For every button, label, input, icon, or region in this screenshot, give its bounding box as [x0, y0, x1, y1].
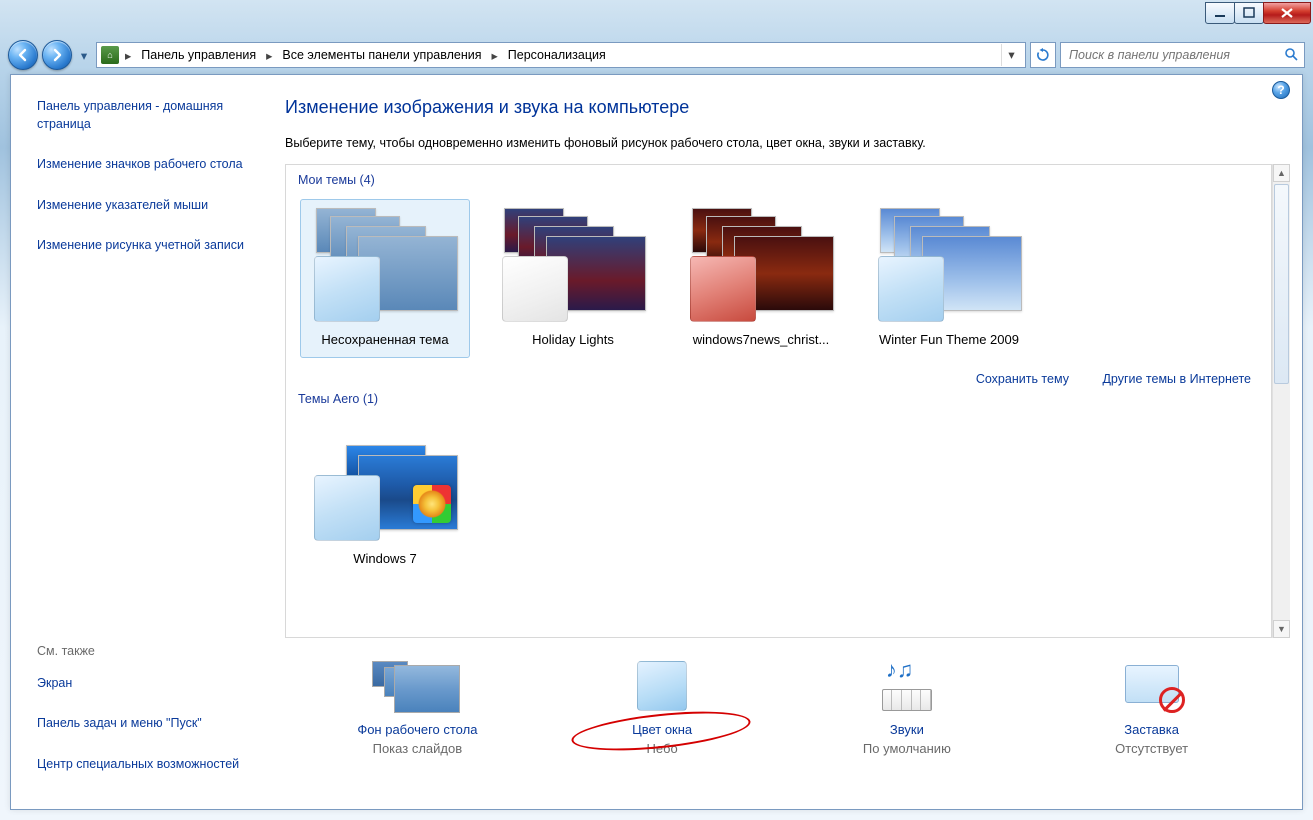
see-also-taskbar[interactable]: Панель задач и меню "Пуск"	[37, 710, 261, 751]
help-button[interactable]: ?	[1272, 81, 1290, 99]
see-also-heading: См. также	[37, 638, 261, 670]
window-color-chip-icon	[314, 475, 380, 541]
refresh-button[interactable]	[1030, 42, 1056, 68]
theme-label: Holiday Lights	[489, 332, 657, 347]
breadcrumb-item[interactable]: Все элементы панели управления	[278, 46, 485, 64]
breadcrumb-item[interactable]: Персонализация	[504, 46, 610, 64]
my-themes-row: Несохраненная тема Holiday Lights	[298, 195, 1259, 358]
setting-value: По умолчанию	[792, 741, 1022, 756]
breadcrumb-item[interactable]: Панель управления	[137, 46, 260, 64]
setting-label: Звуки	[792, 722, 1022, 741]
setting-label: Заставка	[1037, 722, 1267, 741]
see-also-ease-of-access[interactable]: Центр специальных возможностей	[37, 751, 261, 792]
sidebar-link-desktop-icons[interactable]: Изменение значков рабочего стола	[37, 151, 261, 192]
window-color-chip-icon	[878, 256, 944, 322]
address-dropdown-icon[interactable]: ▾	[1001, 44, 1021, 66]
theme-winter-fun-2009[interactable]: Winter Fun Theme 2009	[864, 199, 1034, 358]
window-color-chip-icon	[314, 256, 380, 322]
my-themes-heading: Мои темы (4)	[298, 171, 1259, 195]
theme-label: Winter Fun Theme 2009	[865, 332, 1033, 347]
forward-button[interactable]	[42, 40, 72, 70]
minimize-button[interactable]	[1205, 2, 1235, 24]
nav-row: ▾ ⌂ ▸ Панель управления ▸ Все элементы п…	[0, 36, 1313, 74]
see-also-display[interactable]: Экран	[37, 670, 261, 711]
window-body: Панель управления - домашняя страница Из…	[10, 74, 1303, 810]
chevron-right-icon[interactable]: ▸	[262, 48, 276, 63]
page-description: Выберите тему, чтобы одновременно измени…	[285, 136, 1302, 164]
setting-label: Фон рабочего стола	[302, 722, 532, 741]
window-color-chip-icon	[502, 256, 568, 322]
sounds-setting[interactable]: ♪♫ Звуки По умолчанию	[792, 656, 1022, 756]
sidebar-see-also: См. также Экран Панель задач и меню "Пус…	[37, 638, 261, 792]
search-box[interactable]	[1060, 42, 1305, 68]
close-button[interactable]	[1263, 2, 1311, 24]
theme-label: Windows 7	[301, 551, 469, 566]
theme-holiday-lights[interactable]: Holiday Lights	[488, 199, 658, 358]
theme-label: Несохраненная тема	[301, 332, 469, 347]
screensaver-icon	[1117, 661, 1187, 711]
save-theme-link[interactable]: Сохранить тему	[976, 372, 1069, 386]
maximize-button[interactable]	[1234, 2, 1264, 24]
back-button[interactable]	[8, 40, 38, 70]
window-titlebar	[0, 0, 1313, 36]
online-themes-link[interactable]: Другие темы в Интернете	[1102, 372, 1251, 386]
themes-pane: Мои темы (4) Несохраненная тема	[285, 164, 1272, 638]
window-color-setting[interactable]: Цвет окна Небо	[547, 656, 777, 756]
setting-value: Показ слайдов	[302, 741, 532, 756]
address-bar[interactable]: ⌂ ▸ Панель управления ▸ Все элементы пан…	[96, 42, 1026, 68]
aero-themes-row: Windows 7	[298, 414, 1259, 577]
nav-history-dropdown[interactable]: ▾	[76, 40, 92, 70]
chevron-right-icon[interactable]: ▸	[488, 48, 502, 63]
control-panel-icon: ⌂	[101, 46, 119, 64]
desktop-background-setting[interactable]: Фон рабочего стола Показ слайдов	[302, 656, 532, 756]
page-title: Изменение изображения и звука на компьют…	[285, 89, 1302, 136]
theme-windows7[interactable]: Windows 7	[300, 418, 470, 577]
theme-unsaved[interactable]: Несохраненная тема	[300, 199, 470, 358]
screensaver-setting[interactable]: Заставка Отсутствует	[1037, 656, 1267, 756]
aero-themes-heading: Темы Aero (1)	[298, 390, 1259, 414]
sounds-icon: ♪♫	[872, 661, 942, 711]
sidebar-link-mouse-pointers[interactable]: Изменение указателей мыши	[37, 192, 261, 233]
theme-label: windows7news_christ...	[677, 332, 845, 347]
themes-scrollbar[interactable]: ▲ ▼	[1272, 164, 1290, 638]
sidebar-link-account-picture[interactable]: Изменение рисунка учетной записи	[37, 232, 261, 273]
scroll-thumb[interactable]	[1274, 184, 1289, 384]
settings-row: Фон рабочего стола Показ слайдов Цвет ок…	[285, 638, 1302, 756]
window-color-icon	[637, 661, 687, 711]
desktop-background-icon	[372, 659, 462, 713]
content-area: ? Изменение изображения и звука на компь…	[271, 75, 1302, 809]
sidebar-home-link[interactable]: Панель управления - домашняя страница	[37, 93, 261, 151]
theme-windows7news-christmas[interactable]: windows7news_christ...	[676, 199, 846, 358]
search-icon[interactable]	[1284, 47, 1298, 64]
search-input[interactable]	[1067, 47, 1284, 63]
window-control-buttons	[1206, 2, 1311, 24]
scroll-down-button[interactable]: ▼	[1273, 620, 1290, 638]
chevron-right-icon[interactable]: ▸	[121, 48, 135, 63]
window-color-chip-icon	[690, 256, 756, 322]
setting-value: Отсутствует	[1037, 741, 1267, 756]
scroll-up-button[interactable]: ▲	[1273, 164, 1290, 182]
sidebar: Панель управления - домашняя страница Из…	[11, 75, 271, 809]
theme-action-links: Сохранить тему Другие темы в Интернете	[298, 358, 1259, 390]
